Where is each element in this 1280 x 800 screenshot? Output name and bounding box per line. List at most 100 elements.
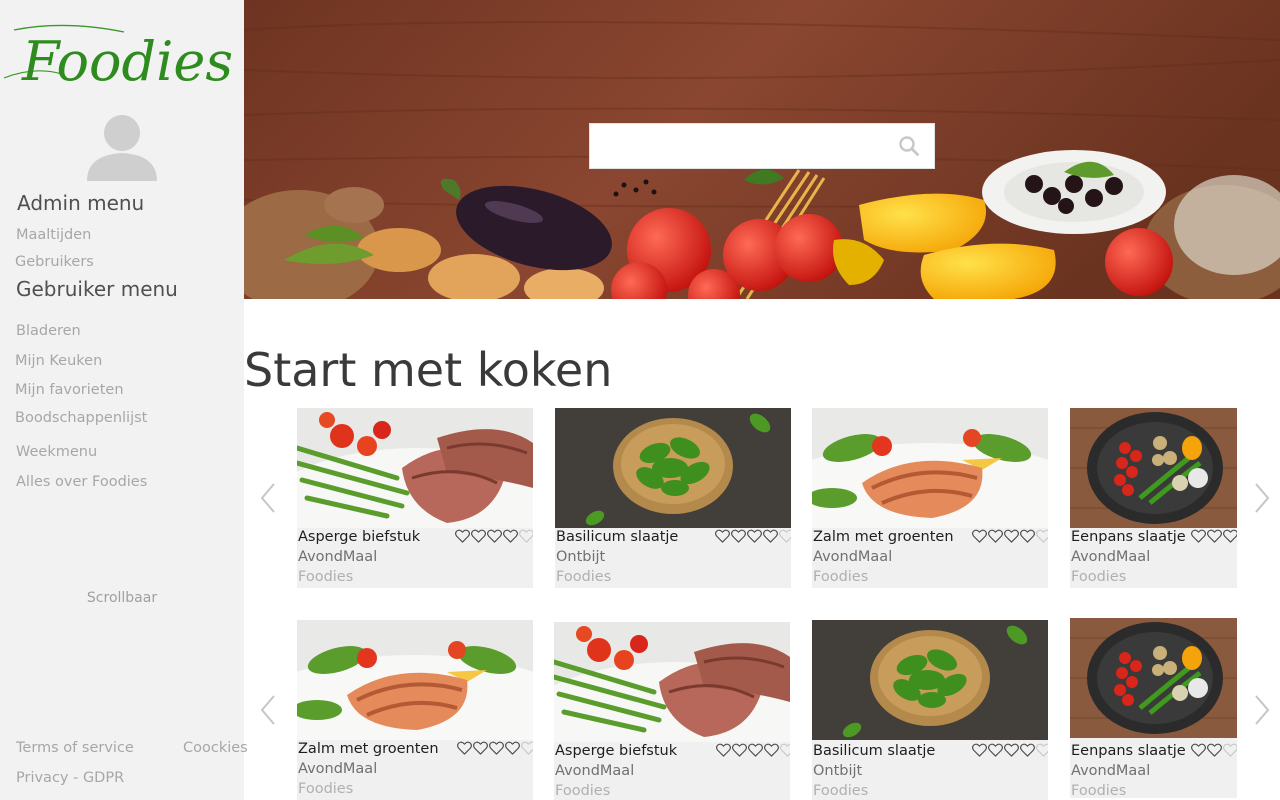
recipe-image xyxy=(297,620,533,740)
heart-icon[interactable] xyxy=(455,529,470,543)
recipe-rating[interactable] xyxy=(715,529,791,545)
recipe-source: Foodies xyxy=(556,569,612,585)
recipe-card[interactable]: Zalm met groenten AvondMaal Foodies xyxy=(812,408,1048,588)
recipe-image xyxy=(812,620,1048,740)
sidebar-item-alles-over-foodies[interactable]: Alles over Foodies xyxy=(16,474,147,490)
carousel-row1-next-button[interactable] xyxy=(1250,478,1274,518)
heart-icon[interactable] xyxy=(1036,743,1048,757)
sidebar: Foodies Admin menu Maaltijden Gebruikers… xyxy=(0,0,248,800)
recipe-category: Ontbijt xyxy=(556,549,606,565)
search-icon[interactable] xyxy=(897,134,921,158)
carousel-row2-prev-button[interactable] xyxy=(256,690,280,730)
recipe-category: AvondMaal xyxy=(1071,763,1151,779)
recipe-title: Eenpans slaatje xyxy=(1071,529,1186,545)
heart-icon[interactable] xyxy=(473,741,488,755)
heart-icon[interactable] xyxy=(471,529,486,543)
sidebar-item-maaltijden[interactable]: Maaltijden xyxy=(16,227,91,243)
heart-icon[interactable] xyxy=(763,529,778,543)
admin-menu-heading: Admin menu xyxy=(17,191,145,215)
heart-icon[interactable] xyxy=(1020,743,1035,757)
recipe-category: AvondMaal xyxy=(1071,549,1151,565)
recipe-title: Asperge biefstuk xyxy=(555,743,678,759)
heart-icon[interactable] xyxy=(1207,529,1222,543)
recipe-category: AvondMaal xyxy=(813,549,893,565)
heart-icon[interactable] xyxy=(780,743,790,757)
carousel-row2-next-button[interactable] xyxy=(1250,690,1274,730)
heart-icon[interactable] xyxy=(731,529,746,543)
recipe-rating[interactable] xyxy=(972,529,1048,545)
heart-icon[interactable] xyxy=(1191,743,1206,757)
sidebar-item-mijn-favorieten[interactable]: Mijn favorieten xyxy=(15,382,124,398)
heart-icon[interactable] xyxy=(457,741,472,755)
recipe-source: Foodies xyxy=(298,781,354,797)
recipe-rating[interactable] xyxy=(457,741,533,757)
heart-icon[interactable] xyxy=(764,743,779,757)
heart-icon[interactable] xyxy=(1036,529,1048,543)
heart-icon[interactable] xyxy=(988,743,1003,757)
recipe-source: Foodies xyxy=(298,569,354,585)
svg-text:Foodies: Foodies xyxy=(21,30,233,88)
heart-icon[interactable] xyxy=(505,741,520,755)
heart-icon[interactable] xyxy=(972,743,987,757)
carousel-row1-prev-button[interactable] xyxy=(256,478,280,518)
recipe-category: AvondMaal xyxy=(555,763,635,779)
cookies-link[interactable]: Coockies xyxy=(183,740,248,756)
recipe-card[interactable]: Basilicum slaatje Ontbijt Foodies xyxy=(812,620,1048,800)
heart-icon[interactable] xyxy=(748,743,763,757)
sidebar-item-gebruikers[interactable]: Gebruikers xyxy=(15,254,94,270)
sidebar-item-bladeren[interactable]: Bladeren xyxy=(16,323,81,339)
recipe-rating[interactable] xyxy=(716,743,790,759)
recipe-card[interactable]: Eenpans slaatje AvondMaal Foodies xyxy=(1070,618,1237,798)
recipe-title: Asperge biefstuk xyxy=(298,529,421,545)
recipe-title: Basilicum slaatje xyxy=(813,743,936,759)
recipe-image xyxy=(1070,618,1237,738)
recipe-source: Foodies xyxy=(1071,783,1127,798)
recipe-card[interactable]: Zalm met groenten AvondMaal Foodies xyxy=(297,620,533,800)
sidebar-item-weekmenu[interactable]: Weekmenu xyxy=(16,444,97,460)
recipe-rating[interactable] xyxy=(972,743,1048,759)
recipe-image xyxy=(297,408,533,528)
search-input[interactable] xyxy=(598,132,888,160)
recipe-card[interactable]: Asperge biefstuk AvondMaal Foodies xyxy=(297,408,533,588)
recipe-rating[interactable] xyxy=(455,529,533,545)
terms-link[interactable]: Terms of service xyxy=(16,740,134,756)
privacy-link[interactable]: Privacy - GDPR xyxy=(16,770,124,786)
heart-icon[interactable] xyxy=(716,743,731,757)
user-avatar-icon xyxy=(87,115,157,181)
heart-icon[interactable] xyxy=(519,529,533,543)
heart-icon[interactable] xyxy=(1223,529,1237,543)
recipe-card[interactable]: Basilicum slaatje Ontbijt Foodies xyxy=(555,408,791,588)
recipe-source: Foodies xyxy=(813,783,869,799)
recipe-title: Zalm met groenten xyxy=(298,741,439,757)
recipe-image xyxy=(554,622,790,742)
recipe-source: Foodies xyxy=(813,569,869,585)
heart-icon[interactable] xyxy=(1207,743,1222,757)
heart-icon[interactable] xyxy=(1020,529,1035,543)
heart-icon[interactable] xyxy=(1223,743,1237,757)
recipe-rating[interactable] xyxy=(1191,529,1237,545)
heart-icon[interactable] xyxy=(521,741,533,755)
search-box xyxy=(589,123,935,169)
foodies-logo[interactable]: Foodies xyxy=(4,22,238,88)
heart-icon[interactable] xyxy=(732,743,747,757)
recipe-card[interactable]: Asperge biefstuk AvondMaal Foodies xyxy=(554,622,790,800)
recipe-title: Basilicum slaatje xyxy=(556,529,679,545)
heart-icon[interactable] xyxy=(1004,529,1019,543)
sidebar-item-boodschappenlijst[interactable]: Boodschappenlijst xyxy=(15,410,147,426)
heart-icon[interactable] xyxy=(988,529,1003,543)
recipe-image xyxy=(555,408,791,528)
heart-icon[interactable] xyxy=(779,529,791,543)
heart-icon[interactable] xyxy=(1004,743,1019,757)
heart-icon[interactable] xyxy=(503,529,518,543)
heart-icon[interactable] xyxy=(715,529,730,543)
heart-icon[interactable] xyxy=(1191,529,1206,543)
recipe-rating[interactable] xyxy=(1191,743,1237,759)
heart-icon[interactable] xyxy=(972,529,987,543)
recipe-card[interactable]: Eenpans slaatje AvondMaal Foodies xyxy=(1070,408,1237,588)
heart-icon[interactable] xyxy=(489,741,504,755)
recipe-source: Foodies xyxy=(555,783,611,799)
heart-icon[interactable] xyxy=(747,529,762,543)
heart-icon[interactable] xyxy=(487,529,502,543)
user-menu-heading: Gebruiker menu xyxy=(16,277,178,301)
sidebar-item-mijn-keuken[interactable]: Mijn Keuken xyxy=(15,353,102,369)
